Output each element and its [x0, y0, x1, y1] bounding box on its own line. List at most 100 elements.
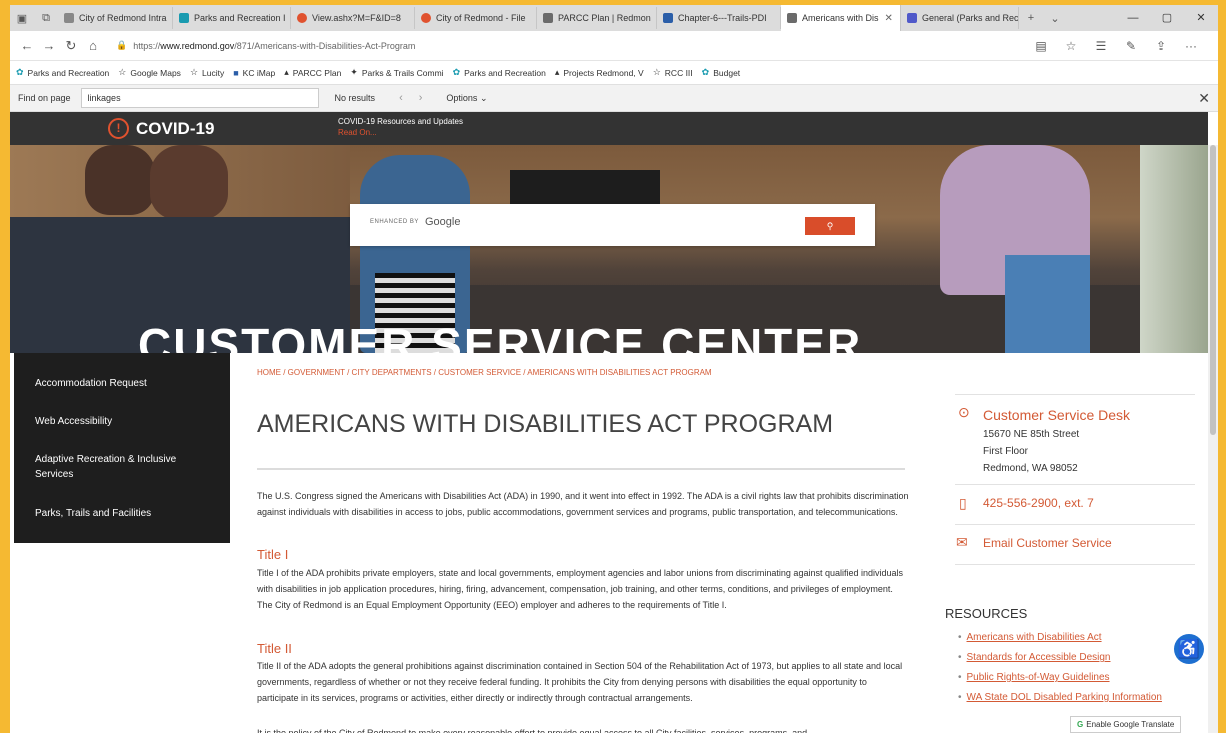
tab-0[interactable]: City of Redmond Intra — [58, 7, 173, 29]
reading-view-icon[interactable]: ▤ — [1026, 39, 1056, 53]
favorite-item[interactable]: ✿ Parks and Recreation — [16, 67, 109, 78]
share-icon[interactable]: ⇪ — [1146, 39, 1176, 53]
favorite-item[interactable]: ■ KC iMap — [233, 68, 275, 78]
scrollbar-thumb[interactable] — [1210, 145, 1216, 435]
find-bar: Find on page linkages No results ‹ › Opt… — [10, 85, 1218, 112]
minimize-icon[interactable]: — — [1116, 5, 1150, 31]
nav-parks-trails[interactable]: Parks, Trails and Facilities — [35, 506, 215, 521]
nav-adaptive-recreation[interactable]: Adaptive Recreation & Inclusive Services — [35, 452, 215, 482]
google-translate-button[interactable]: G Enable Google Translate — [1070, 716, 1182, 733]
home-icon[interactable]: ⌂ — [82, 38, 104, 53]
covid-resources-link[interactable]: COVID-19 Resources and Updates — [338, 117, 463, 126]
tab-list-chevron-icon[interactable]: ⌄ — [1043, 5, 1067, 31]
window-controls: — ▢ ✕ — [1116, 5, 1218, 31]
divider — [955, 484, 1195, 485]
title-1-paragraph: Title I of the ADA prohibits private emp… — [257, 568, 904, 610]
site-search[interactable]: ENHANCED BY Google ⚲ — [350, 204, 875, 246]
favorite-item[interactable]: ✿ Budget — [702, 67, 741, 78]
title-1-heading: Title I — [257, 547, 289, 562]
hero-banner: CUSTOMER SERVICE CENTER ENHANCED BY Goog… — [10, 145, 1208, 353]
forward-arrow-icon[interactable]: → — [38, 38, 60, 53]
envelope-icon: ✉ — [956, 534, 968, 550]
star-icon: ☆ — [118, 67, 127, 77]
favorite-item[interactable]: ▴ PARCC Plan — [284, 67, 341, 78]
close-find-icon[interactable]: ✕ — [1198, 90, 1210, 107]
lock-icon: 🔒 — [116, 40, 128, 50]
map-icon: ■ — [233, 67, 239, 78]
favorite-item[interactable]: ☆ Google Maps — [118, 67, 181, 78]
flower-icon: ✿ — [701, 67, 710, 77]
favorite-item[interactable]: ✦ Parks & Trails Commi — [350, 67, 443, 78]
page-icon — [543, 13, 553, 23]
resource-link[interactable]: • Americans with Disabilities Act — [958, 632, 1102, 643]
favorites-bar: ✿ Parks and Recreation ☆ Google Maps ☆ Luci… — [10, 61, 1218, 85]
favorite-item[interactable]: ▴ Projects Redmond, V — [555, 67, 644, 78]
page-icon — [297, 13, 307, 23]
favorite-star-icon[interactable]: ☆ — [1056, 39, 1086, 53]
browser-window: ▣ ⧉ City of Redmond Intra Parks and Recr… — [10, 5, 1218, 733]
page-scrollbar[interactable] — [1208, 145, 1218, 733]
tab-2[interactable]: View.ashx?M=F&ID=8 — [291, 7, 415, 29]
find-previous-icon[interactable]: ‹ — [399, 92, 403, 104]
resource-link[interactable]: • WA State DOL Disabled Parking Informati… — [958, 692, 1162, 703]
tab-7[interactable]: General (Parks and Rec — [901, 7, 1019, 29]
page-icon — [179, 13, 189, 23]
url-input[interactable]: 🔒 https://www.redmond.gov/871/Americans-… — [116, 35, 986, 57]
find-options-button[interactable]: Options ⌄ — [446, 93, 487, 104]
tab-actions-icon[interactable]: ▣ — [10, 5, 34, 31]
tab-4[interactable]: PARCC Plan | Redmon — [537, 7, 657, 29]
pen-icon[interactable]: ✎ — [1116, 39, 1146, 53]
covid-banner: ! COVID-19 COVID-19 Resources and Update… — [10, 112, 1208, 145]
breadcrumb[interactable]: HOME / GOVERNMENT / CITY DEPARTMENTS / C… — [257, 368, 712, 377]
star-icon: ☆ — [652, 67, 661, 77]
divider — [955, 564, 1195, 565]
favorites-hub-icon[interactable]: ☰ — [1086, 39, 1116, 53]
find-next-icon[interactable]: › — [419, 92, 423, 104]
search-button[interactable]: ⚲ — [805, 217, 855, 235]
more-icon[interactable]: ··· — [1176, 39, 1206, 53]
tab-switch-icon[interactable]: ⧉ — [34, 5, 58, 31]
resource-link[interactable]: • Public Rights-of-Way Guidelines — [958, 672, 1110, 683]
page-icon — [663, 13, 673, 23]
maximize-icon[interactable]: ▢ — [1150, 5, 1184, 31]
email-link[interactable]: Email Customer Service — [983, 536, 1112, 550]
find-results: No results — [334, 93, 376, 103]
new-tab-icon[interactable]: + — [1019, 5, 1043, 31]
page-icon: ✦ — [350, 67, 358, 77]
close-tab-icon[interactable]: ✕ — [885, 13, 893, 24]
favorite-item[interactable]: ☆ Lucity — [190, 67, 224, 78]
left-nav: Accommodation Request Web Accessibility … — [14, 353, 230, 543]
tab-5[interactable]: Chapter-6---Trails-PDI — [657, 7, 781, 29]
alert-icon: ! — [108, 118, 129, 139]
resource-link[interactable]: • Standards for Accessible Design — [958, 652, 1110, 663]
tab-6-active[interactable]: Americans with Dis ✕ — [781, 5, 901, 31]
page-icon — [421, 13, 431, 23]
tab-1[interactable]: Parks and Recreation I — [173, 7, 291, 29]
favorite-item[interactable]: ☆ RCC III — [653, 67, 693, 78]
hero-title: CUSTOMER SERVICE CENTER — [138, 319, 863, 353]
title-2-heading: Title II — [257, 641, 292, 656]
customer-service-desk-link[interactable]: Customer Service Desk — [983, 407, 1130, 423]
page-icon: ▴ — [554, 67, 560, 77]
tab-3[interactable]: City of Redmond - File — [415, 7, 537, 29]
address-bar: ← → ↻ ⌂ 🔒 https://www.redmond.gov/871/Am… — [10, 31, 1218, 61]
page-title: AMERICANS WITH DISABILITIES ACT PROGRAM — [257, 410, 834, 438]
phone-link[interactable]: 425-556-2900, ext. 7 — [983, 496, 1094, 510]
translate-icon: G — [1077, 720, 1084, 729]
find-input[interactable]: linkages — [80, 88, 319, 108]
star-icon: ☆ — [189, 67, 199, 77]
close-window-icon[interactable]: ✕ — [1184, 5, 1218, 31]
plant-pot-image — [150, 145, 228, 220]
intro-paragraph: The U.S. Congress signed the Americans w… — [257, 491, 909, 517]
toolbar-icons: ▤ ☆ ☰ ✎ ⇪ ··· — [1026, 31, 1206, 61]
refresh-icon[interactable]: ↻ — [60, 38, 82, 54]
nav-accommodation-request[interactable]: Accommodation Request — [35, 376, 215, 391]
search-icon: ⚲ — [826, 221, 834, 231]
accessibility-icon[interactable]: ♿ — [1174, 634, 1204, 664]
back-arrow-icon[interactable]: ← — [16, 38, 38, 53]
favorite-item[interactable]: ✿ Parks and Recreation — [453, 67, 546, 78]
flower-icon: ✿ — [452, 67, 461, 77]
nav-web-accessibility[interactable]: Web Accessibility — [35, 414, 215, 429]
read-on-link[interactable]: Read On... — [338, 128, 377, 137]
flower-icon: ✿ — [16, 67, 24, 77]
